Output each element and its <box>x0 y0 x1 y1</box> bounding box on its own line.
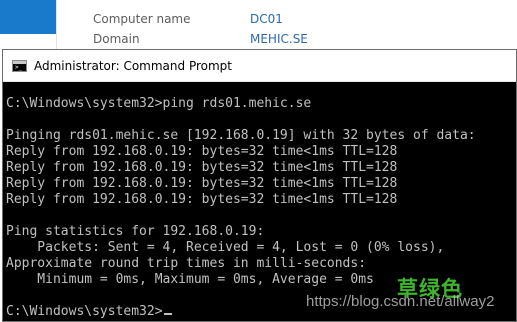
window-title: Administrator: Command Prompt <box>34 59 232 73</box>
console-line: Reply from 192.168.0.19: bytes=32 time<1… <box>6 144 398 159</box>
nav-divider <box>56 0 57 50</box>
window-titlebar[interactable]: >_ Administrator: Command Prompt <box>3 50 516 82</box>
command-prompt-icon: >_ <box>12 60 27 72</box>
watermark-url: https://blog.csdn.net/allway2 <box>306 293 495 310</box>
nav-selected-item[interactable] <box>0 0 56 34</box>
server-properties-panel: Computer name DC01 Domain MEHIC.SE <box>0 0 517 50</box>
console-line: Reply from 192.168.0.19: bytes=32 time<1… <box>6 192 398 207</box>
console-line: C:\Windows\system32>ping rds01.mehic.se <box>6 96 312 111</box>
console-line: Reply from 192.168.0.19: bytes=32 time<1… <box>6 160 398 175</box>
domain-value[interactable]: MEHIC.SE <box>250 32 308 46</box>
console-line: Reply from 192.168.0.19: bytes=32 time<1… <box>6 176 398 191</box>
computer-name-value[interactable]: DC01 <box>250 12 283 26</box>
console-line: Pinging rds01.mehic.se [192.168.0.19] wi… <box>6 128 476 143</box>
icon-prompt-glyph: >_ <box>15 64 23 71</box>
text-cursor <box>163 313 172 315</box>
domain-label: Domain <box>93 32 140 46</box>
console-line: Approximate round trip times in milli-se… <box>6 256 367 271</box>
console-line: Packets: Sent = 4, Received = 4, Lost = … <box>6 240 445 255</box>
prompt-text: C:\Windows\system32> <box>6 304 163 319</box>
computer-name-label: Computer name <box>93 12 191 26</box>
console-line: Ping statistics for 192.168.0.19: <box>6 224 265 239</box>
